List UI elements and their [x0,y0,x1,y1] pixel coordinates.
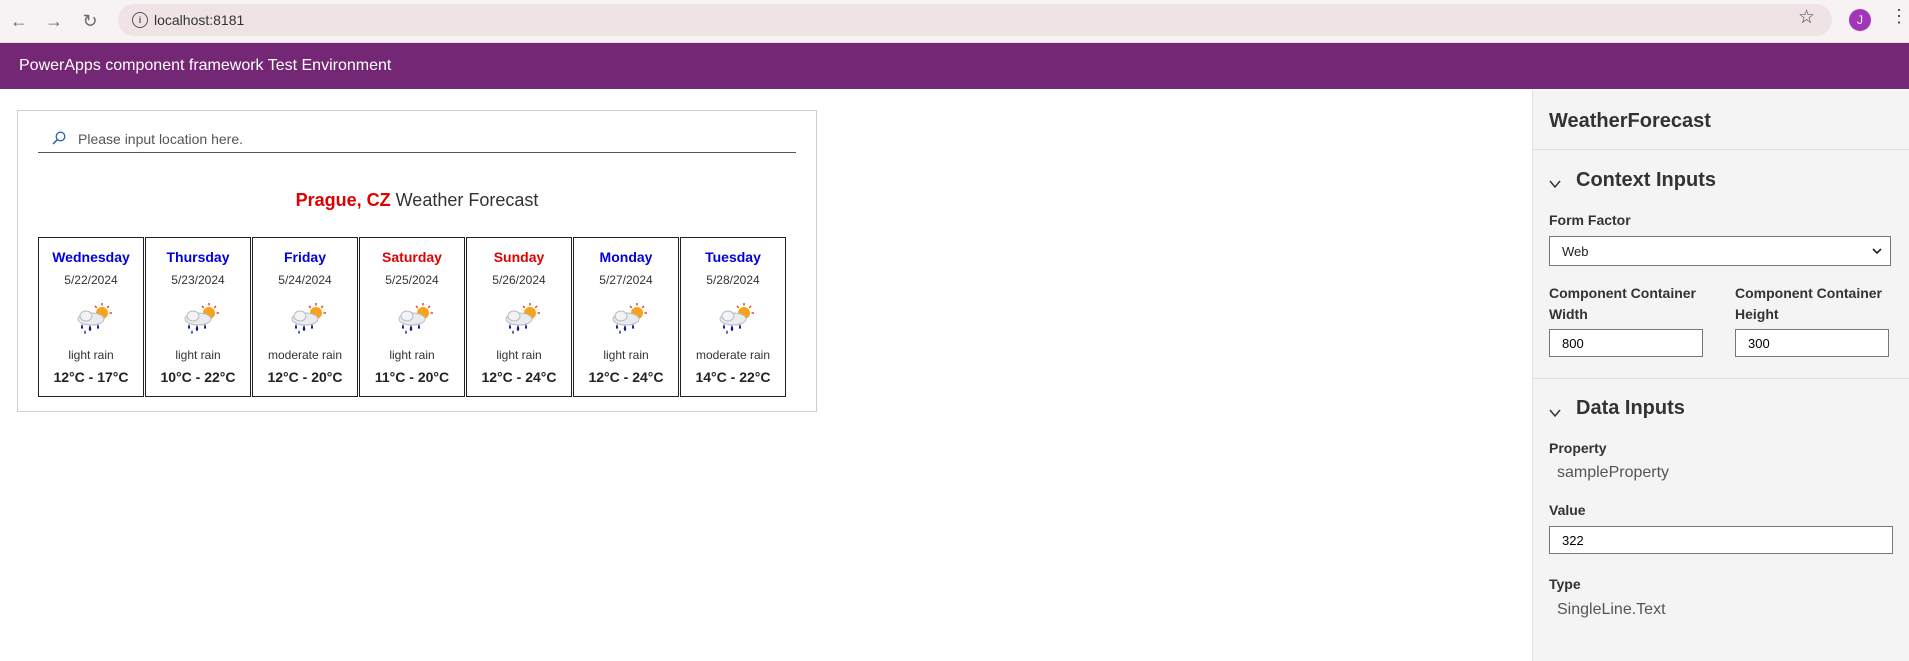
forecast-day-card: Tuesday 5/28/2024 moderate rain 14°C - 22°C [680,237,786,397]
chevron-down-icon[interactable] [1549,178,1561,190]
forecast-days: Wednesday 5/22/2024 light rain 12°C - 17°C T… [38,237,798,397]
day-date: 5/28/2024 [706,273,760,287]
temperature-range: 12°C - 24°C [481,369,557,385]
app-title: PowerApps component framework Test Envir… [19,57,392,74]
forward-arrow-icon: → [45,10,63,31]
property-value: sampleProperty [1557,464,1670,481]
day-date: 5/23/2024 [171,273,225,287]
data-inputs-heading[interactable]: Data Inputs [1576,397,1685,420]
weather-description: light rain [603,348,649,362]
forward-button[interactable]: → [41,8,67,34]
city-name: Prague, CZ [295,190,391,210]
day-name: Friday [283,249,326,265]
reload-icon: ↻ [82,10,98,31]
search-icon [52,131,66,145]
rain-weather-icon [394,302,434,336]
day-name: Tuesday [705,249,761,265]
browser-menu-icon[interactable]: ⋮ [1890,6,1908,27]
day-name: Monday [599,249,653,265]
forecast-day-card: Monday 5/27/2024 light rain 12°C - 24°C [573,237,679,397]
heading-suffix: Weather Forecast [390,190,539,210]
rain-weather-icon [501,302,541,336]
bookmark-star-icon[interactable]: ☆ [1798,6,1815,29]
forecast-day-card: Saturday 5/25/2024 light rain 11°C - 20°C [359,237,465,397]
rain-weather-icon [180,302,220,336]
temperature-range: 10°C - 22°C [160,369,236,385]
back-button[interactable]: ← [6,8,32,34]
day-date: 5/22/2024 [64,273,118,287]
divider [1533,378,1909,379]
container-height-input[interactable] [1735,329,1889,357]
day-date: 5/27/2024 [599,273,653,287]
address-bar[interactable]: i localhost:8181 [118,4,1832,36]
weather-description: light rain [496,348,542,362]
weather-description: light rain [389,348,435,362]
url-text[interactable]: localhost:8181 [154,12,244,28]
day-date: 5/25/2024 [385,273,439,287]
forecast-day-card: Sunday 5/26/2024 light rain 12°C - 24°C [466,237,572,397]
temperature-range: 12°C - 24°C [588,369,664,385]
back-arrow-icon: ← [10,10,28,31]
rain-weather-icon [287,302,327,336]
temperature-range: 11°C - 20°C [374,369,450,385]
app-header: PowerApps component framework Test Envir… [0,43,1909,89]
forecast-day-card: Friday 5/24/2024 moderate rain 12°C - 20°C [252,237,358,397]
location-input[interactable] [78,131,778,147]
panel-title: WeatherForecast [1549,110,1711,132]
weather-component: Prague, CZ Weather Forecast Wednesday 5/2… [17,110,817,412]
day-date: 5/24/2024 [278,273,332,287]
rain-weather-icon [715,302,755,336]
weather-description: light rain [175,348,221,362]
width-label: Component Container Width [1549,285,1696,322]
day-name: Wednesday [52,249,130,265]
container-width-input[interactable] [1549,329,1703,357]
day-name: Thursday [166,249,230,265]
forecast-day-card: Wednesday 5/22/2024 light rain 12°C - 17°C [38,237,144,397]
rain-weather-icon [608,302,648,336]
site-info-icon[interactable]: i [132,12,148,28]
property-label: Property [1549,440,1607,456]
profile-avatar[interactable]: J [1849,9,1871,31]
forecast-day-card: Thursday 5/23/2024 light rain 10°C - 22°C [145,237,251,397]
divider [1533,149,1909,150]
value-label: Value [1549,502,1586,518]
type-value: SingleLine.Text [1557,601,1666,618]
reload-button[interactable]: ↻ [77,8,103,34]
weather-description: light rain [68,348,114,362]
context-inputs-heading[interactable]: Context Inputs [1576,169,1716,192]
chevron-down-icon[interactable] [1549,407,1561,419]
forecast-heading: Prague, CZ Weather Forecast [18,190,816,211]
location-search [38,128,796,153]
value-input[interactable] [1549,526,1893,554]
weather-description: moderate rain [695,348,771,362]
temperature-range: 14°C - 22°C [695,369,771,385]
temperature-range: 12°C - 20°C [267,369,343,385]
rain-weather-icon [73,302,113,336]
form-factor-value: Web [1562,244,1589,259]
day-name: Saturday [382,249,442,265]
day-date: 5/26/2024 [492,273,546,287]
day-name: Sunday [493,249,545,265]
temperature-range: 12°C - 17°C [53,369,129,385]
browser-toolbar: ← → ↻ i localhost:8181 ☆ J ⋮ [0,0,1909,43]
height-label: Component Container Height [1735,285,1882,322]
chevron-down-icon [1872,248,1882,255]
properties-panel: WeatherForecast Context Inputs Form Fact… [1532,90,1909,661]
type-label: Type [1549,576,1581,592]
form-factor-select[interactable]: Web [1549,236,1891,266]
weather-description: moderate rain [267,348,343,362]
form-factor-label: Form Factor [1549,212,1631,228]
